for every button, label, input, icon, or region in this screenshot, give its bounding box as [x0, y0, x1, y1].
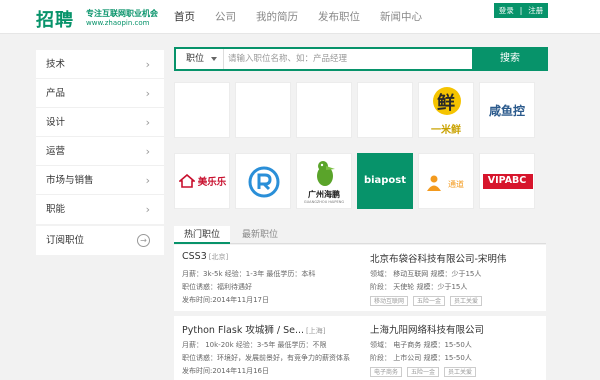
caret-down-icon	[211, 57, 217, 61]
company-field-line: 领域： 移动互联网 规模：少于15人	[370, 270, 482, 278]
page: 招聘 专注互联网职业机会 www.zhaopin.com 首页 公司 我的简历 …	[0, 0, 600, 380]
company-tag: 五险一金	[413, 296, 446, 306]
company-logo-tongdao[interactable]: 通道	[418, 153, 474, 209]
subscribe-label: 订阅职位	[46, 235, 85, 246]
chevron-right-icon: ›	[145, 174, 150, 187]
sidebar-item-label: 设计	[46, 117, 66, 128]
biapost-name: biapost	[363, 175, 407, 186]
chevron-right-icon: ›	[145, 203, 150, 216]
tab-latest-jobs[interactable]: 最新职位	[232, 226, 288, 244]
sidebar-item-label: 产品	[46, 88, 66, 99]
company-tag: 员工关爱	[450, 296, 483, 306]
nav-home[interactable]: 首页	[174, 0, 195, 34]
job-benefit-line: 职位诱惑：环境好，发展前景好，有竞争力的薪资体系	[182, 354, 350, 362]
logo-slogan: 专注互联网职业机会	[86, 9, 158, 18]
job-card[interactable]: Python Flask 攻城狮 / Se... [上海] 月薪： 10k-20k…	[174, 316, 546, 380]
company-logo-haipeng[interactable]: 广州海鹏 GUANGZHOU HAIPENG	[296, 153, 352, 209]
haipeng-subtitle: GUANGZHOU HAIPENG	[303, 200, 345, 204]
job-date-line: 发布时间:2014年11月17日	[182, 296, 269, 304]
job-title-text: CSS3	[182, 251, 207, 262]
chevron-right-icon: ›	[145, 58, 150, 71]
job-card[interactable]: CSS3 [北京] 月薪：3k-5k 经验：1-3年 最低学历：本科 职位诱惑：福…	[174, 245, 546, 311]
sidebar-item-operations[interactable]: 运营 ›	[36, 137, 164, 166]
company-stage-line: 阶段： 天使轮 规模：少于15人	[370, 283, 468, 291]
main-nav: 首页 公司 我的简历 发布职位 新闻中心	[174, 0, 442, 34]
sidebar-item-label: 运营	[46, 146, 66, 157]
bird-icon	[317, 161, 335, 186]
sidebar-item-label: 职能	[46, 204, 66, 215]
job-date-line: 发布时间:2014年11月16日	[182, 367, 269, 375]
vipabc-name: VIPABC	[487, 175, 527, 186]
login-link[interactable]: 登录	[496, 5, 517, 16]
company-logo-meilele[interactable]: 美乐乐	[174, 153, 230, 209]
sidebar-item-product[interactable]: 产品 ›	[36, 79, 164, 108]
job-tabs: 热门职位 最新职位	[174, 226, 546, 244]
job-title-text: Python Flask 攻城狮 / Se...	[182, 325, 305, 336]
company-field-line: 领域： 电子商务 规模：15-50人	[370, 341, 472, 349]
nav-post-job[interactable]: 发布职位	[318, 0, 360, 34]
xianyukong-name: 咸鱼控	[488, 104, 525, 118]
sidebar-item-functions[interactable]: 职能 ›	[36, 195, 164, 224]
yimixian-name: 一米鲜	[431, 125, 461, 136]
chevron-right-icon: ›	[145, 145, 150, 158]
arrow-right-circle-icon: →	[137, 234, 150, 247]
job-location: [上海]	[306, 327, 326, 335]
sidebar-item-marketing-sales[interactable]: 市场与销售 ›	[36, 166, 164, 195]
auth-bar: 登录 | 注册	[494, 3, 548, 18]
company-name[interactable]: 上海九阳网络科技有限公司	[370, 322, 484, 336]
yimixian-char: 鲜	[437, 93, 455, 114]
company-logo-vipabc[interactable]: VIPABC	[479, 153, 535, 209]
company-logo-empty[interactable]	[357, 82, 413, 138]
chevron-right-icon: ›	[145, 87, 150, 100]
nav-news[interactable]: 新闻中心	[380, 0, 422, 34]
logo-url: www.zhaopin.com	[86, 19, 150, 27]
company-tag: 员工关爱	[444, 367, 477, 377]
company-logo-yimixian[interactable]: 鲜 一米鲜	[418, 82, 474, 138]
company-logo-empty[interactable]	[174, 82, 230, 138]
search-type-select[interactable]: 职位	[176, 49, 224, 69]
chevron-right-icon: ›	[145, 116, 150, 129]
search-button[interactable]: 搜索	[472, 47, 548, 71]
register-link[interactable]: 注册	[525, 5, 546, 16]
company-logo-r[interactable]	[235, 153, 291, 209]
search-bar: 职位 搜索	[174, 47, 548, 71]
company-logo-biapost[interactable]: biapost	[357, 153, 413, 209]
company-tags: 电子商务 五险一金 员工关爱	[370, 367, 481, 377]
company-logo-xianyukong[interactable]: 咸鱼控	[479, 82, 535, 138]
logo-main-text: 招聘	[36, 10, 74, 31]
company-logo-empty[interactable]	[235, 82, 291, 138]
meilele-name: 美乐乐	[197, 177, 227, 188]
job-benefit-line: 职位诱惑：福利待遇好	[182, 283, 252, 291]
company-stage-line: 阶段： 上市公司 规模：15-50人	[370, 354, 472, 362]
haipeng-name: 广州海鹏	[308, 190, 340, 199]
company-tag: 电子商务	[370, 367, 403, 377]
company-tag: 五险一金	[407, 367, 440, 377]
job-salary-line: 月薪： 10k-20k 经验：3-5年 最低学历：不限	[182, 341, 327, 349]
job-title[interactable]: Python Flask 攻城狮 / Se... [上海]	[182, 322, 326, 336]
job-salary-line: 月薪：3k-5k 经验：1-3年 最低学历：本科	[182, 270, 316, 278]
r-logo-icon	[248, 166, 280, 198]
company-name[interactable]: 北京布袋谷科技有限公司-宋明伟	[370, 251, 506, 265]
sidebar-item-design[interactable]: 设计 ›	[36, 108, 164, 137]
nav-companies[interactable]: 公司	[215, 0, 236, 34]
job-location: [北京]	[208, 253, 229, 261]
sidebar-item-label: 市场与销售	[46, 175, 94, 186]
header: 招聘 专注互联网职业机会 www.zhaopin.com 首页 公司 我的简历 …	[0, 0, 600, 34]
tongdao-name: 通道	[448, 180, 464, 189]
subscribe-jobs-button[interactable]: 订阅职位 →	[36, 226, 164, 255]
tab-hot-jobs[interactable]: 热门职位	[174, 226, 231, 244]
search-type-value: 职位	[186, 54, 205, 64]
job-title[interactable]: CSS3 [北京]	[182, 251, 228, 262]
company-logo-empty[interactable]	[296, 82, 352, 138]
company-tag: 移动互联网	[370, 296, 409, 306]
nav-my-resume[interactable]: 我的简历	[256, 0, 298, 34]
sidebar-item-label: 技术	[46, 59, 66, 70]
category-sidebar: 技术 › 产品 › 设计 › 运营 › 市场与销售 › 职能 ›	[36, 50, 164, 224]
search-input[interactable]	[228, 49, 472, 69]
auth-separator: |	[519, 6, 523, 15]
company-tags: 移动互联网 五险一金 员工关爱	[370, 296, 487, 306]
sidebar-item-tech[interactable]: 技术 ›	[36, 50, 164, 79]
